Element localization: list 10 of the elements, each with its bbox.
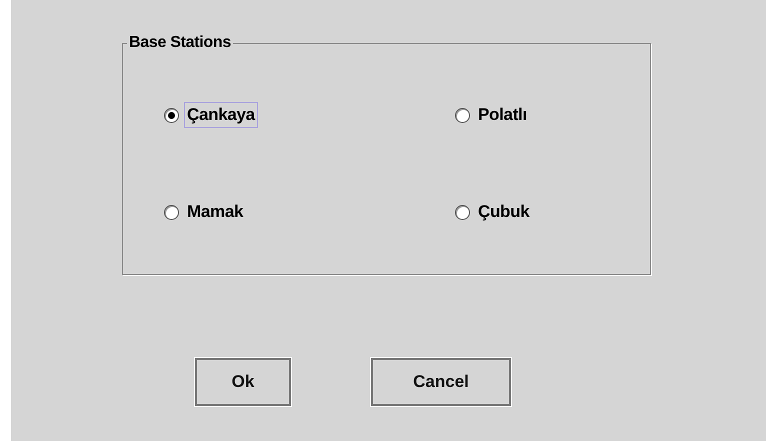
radio-button[interactable] bbox=[164, 204, 179, 220]
radio-button[interactable] bbox=[164, 108, 179, 122]
radio-button[interactable] bbox=[455, 204, 470, 220]
cancel-button[interactable]: Cancel bbox=[371, 358, 511, 406]
radio-label[interactable]: Çubuk bbox=[475, 199, 532, 225]
radio-label[interactable]: Mamak bbox=[184, 199, 246, 225]
radio-button[interactable] bbox=[455, 108, 470, 122]
radio-label[interactable]: Polatlı bbox=[475, 102, 530, 128]
radio-label[interactable]: Çankaya bbox=[184, 102, 258, 128]
ok-button[interactable]: Ok bbox=[195, 358, 291, 406]
